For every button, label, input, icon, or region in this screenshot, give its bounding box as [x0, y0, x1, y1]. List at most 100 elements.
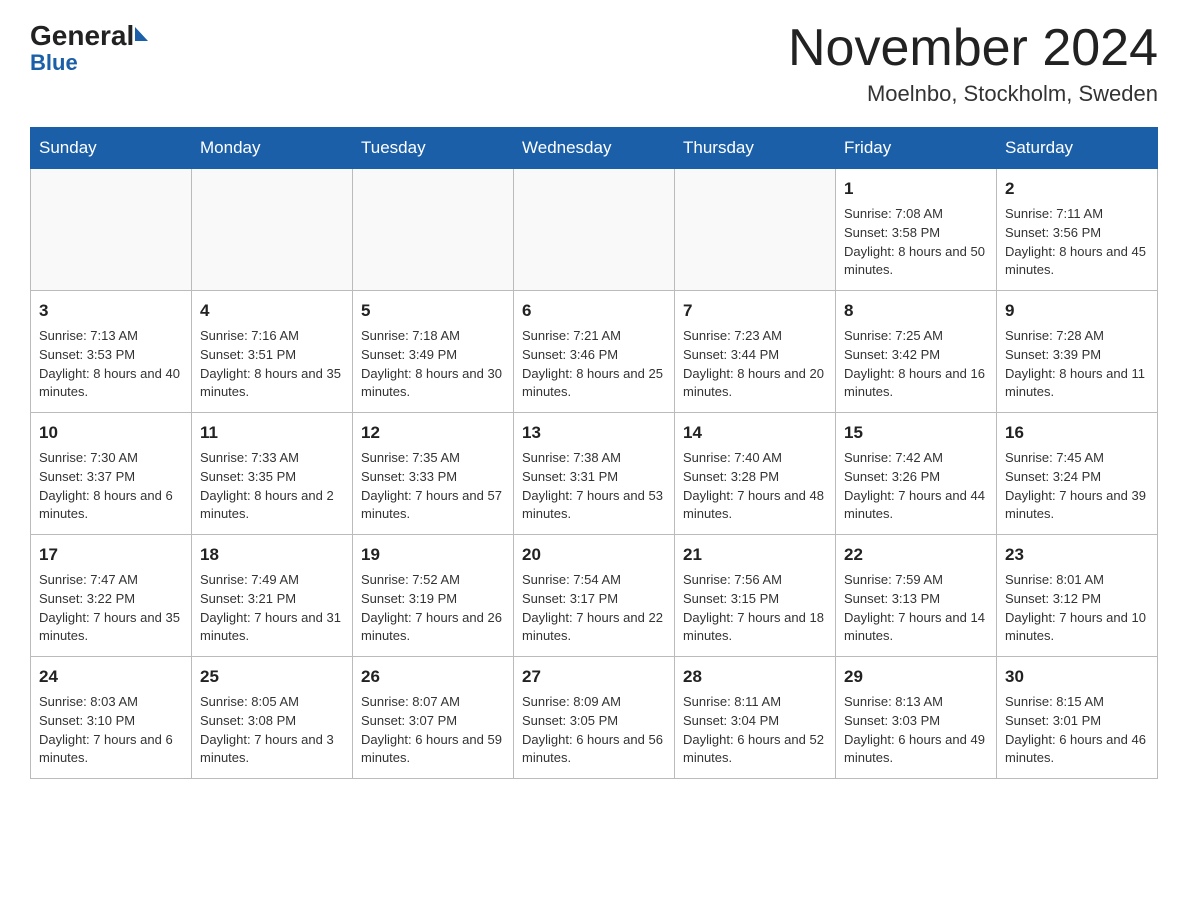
- day-sun-info: Sunrise: 7:59 AMSunset: 3:13 PMDaylight:…: [844, 571, 988, 646]
- calendar-day-cell: 27 Sunrise: 8:09 AMSunset: 3:05 PMDayligh…: [514, 657, 675, 779]
- calendar-day-cell: 23 Sunrise: 8:01 AMSunset: 3:12 PMDayligh…: [997, 535, 1158, 657]
- day-number: 1: [844, 177, 988, 202]
- calendar-day-header: Monday: [192, 128, 353, 169]
- calendar-day-cell: 19 Sunrise: 7:52 AMSunset: 3:19 PMDayligh…: [353, 535, 514, 657]
- day-sun-info: Sunrise: 7:23 AMSunset: 3:44 PMDaylight:…: [683, 327, 827, 402]
- calendar-day-cell: 14 Sunrise: 7:40 AMSunset: 3:28 PMDayligh…: [675, 413, 836, 535]
- calendar-day-cell: 17 Sunrise: 7:47 AMSunset: 3:22 PMDayligh…: [31, 535, 192, 657]
- day-sun-info: Sunrise: 7:47 AMSunset: 3:22 PMDaylight:…: [39, 571, 183, 646]
- day-number: 3: [39, 299, 183, 324]
- calendar-header-row: SundayMondayTuesdayWednesdayThursdayFrid…: [31, 128, 1158, 169]
- day-sun-info: Sunrise: 7:18 AMSunset: 3:49 PMDaylight:…: [361, 327, 505, 402]
- calendar-week-row: 3 Sunrise: 7:13 AMSunset: 3:53 PMDaylight…: [31, 291, 1158, 413]
- day-number: 18: [200, 543, 344, 568]
- day-number: 23: [1005, 543, 1149, 568]
- day-number: 29: [844, 665, 988, 690]
- calendar-day-cell: 30 Sunrise: 8:15 AMSunset: 3:01 PMDayligh…: [997, 657, 1158, 779]
- calendar-day-header: Thursday: [675, 128, 836, 169]
- day-number: 10: [39, 421, 183, 446]
- day-number: 20: [522, 543, 666, 568]
- calendar-day-header: Sunday: [31, 128, 192, 169]
- calendar-day-cell: 13Sunrise: 7:38 AMSunset: 3:31 PMDayligh…: [514, 413, 675, 535]
- calendar-day-cell: 3 Sunrise: 7:13 AMSunset: 3:53 PMDaylight…: [31, 291, 192, 413]
- day-sun-info: Sunrise: 7:33 AMSunset: 3:35 PMDaylight:…: [200, 449, 344, 524]
- day-sun-info: Sunrise: 8:15 AMSunset: 3:01 PMDaylight:…: [1005, 693, 1149, 768]
- day-sun-info: Sunrise: 8:13 AMSunset: 3:03 PMDaylight:…: [844, 693, 988, 768]
- location: Moelnbo, Stockholm, Sweden: [788, 81, 1158, 107]
- calendar-day-cell: [353, 169, 514, 291]
- calendar-day-cell: 6 Sunrise: 7:21 AMSunset: 3:46 PMDaylight…: [514, 291, 675, 413]
- day-sun-info: Sunrise: 8:09 AMSunset: 3:05 PMDaylight:…: [522, 693, 666, 768]
- day-sun-info: Sunrise: 7:52 AMSunset: 3:19 PMDaylight:…: [361, 571, 505, 646]
- calendar-day-cell: [675, 169, 836, 291]
- calendar-day-cell: 20Sunrise: 7:54 AMSunset: 3:17 PMDayligh…: [514, 535, 675, 657]
- day-number: 26: [361, 665, 505, 690]
- day-number: 27: [522, 665, 666, 690]
- calendar-day-cell: 21 Sunrise: 7:56 AMSunset: 3:15 PMDayligh…: [675, 535, 836, 657]
- logo-arrow-icon: [135, 27, 148, 41]
- calendar-day-cell: 1 Sunrise: 7:08 AMSunset: 3:58 PMDaylight…: [836, 169, 997, 291]
- day-number: 28: [683, 665, 827, 690]
- day-number: 14: [683, 421, 827, 446]
- day-sun-info: Sunrise: 7:35 AMSunset: 3:33 PMDaylight:…: [361, 449, 505, 524]
- calendar-day-cell: 7 Sunrise: 7:23 AMSunset: 3:44 PMDaylight…: [675, 291, 836, 413]
- calendar-day-cell: 15Sunrise: 7:42 AMSunset: 3:26 PMDayligh…: [836, 413, 997, 535]
- day-number: 7: [683, 299, 827, 324]
- day-sun-info: Sunrise: 7:40 AMSunset: 3:28 PMDaylight:…: [683, 449, 827, 524]
- day-sun-info: Sunrise: 7:45 AMSunset: 3:24 PMDaylight:…: [1005, 449, 1149, 524]
- day-sun-info: Sunrise: 7:25 AMSunset: 3:42 PMDaylight:…: [844, 327, 988, 402]
- day-sun-info: Sunrise: 7:28 AMSunset: 3:39 PMDaylight:…: [1005, 327, 1149, 402]
- day-number: 30: [1005, 665, 1149, 690]
- calendar-day-cell: [192, 169, 353, 291]
- day-sun-info: Sunrise: 8:07 AMSunset: 3:07 PMDaylight:…: [361, 693, 505, 768]
- day-number: 16: [1005, 421, 1149, 446]
- calendar-day-cell: 29 Sunrise: 8:13 AMSunset: 3:03 PMDayligh…: [836, 657, 997, 779]
- calendar-day-header: Saturday: [997, 128, 1158, 169]
- calendar-day-cell: 18Sunrise: 7:49 AMSunset: 3:21 PMDayligh…: [192, 535, 353, 657]
- calendar-day-header: Tuesday: [353, 128, 514, 169]
- calendar-day-cell: 28 Sunrise: 8:11 AMSunset: 3:04 PMDayligh…: [675, 657, 836, 779]
- calendar-day-cell: 12 Sunrise: 7:35 AMSunset: 3:33 PMDayligh…: [353, 413, 514, 535]
- day-number: 6: [522, 299, 666, 324]
- day-sun-info: Sunrise: 7:42 AMSunset: 3:26 PMDaylight:…: [844, 449, 988, 524]
- calendar-day-cell: 11 Sunrise: 7:33 AMSunset: 3:35 PMDayligh…: [192, 413, 353, 535]
- day-sun-info: Sunrise: 7:16 AMSunset: 3:51 PMDaylight:…: [200, 327, 344, 402]
- calendar-day-header: Wednesday: [514, 128, 675, 169]
- day-sun-info: Sunrise: 8:01 AMSunset: 3:12 PMDaylight:…: [1005, 571, 1149, 646]
- calendar-day-header: Friday: [836, 128, 997, 169]
- calendar-day-cell: 4 Sunrise: 7:16 AMSunset: 3:51 PMDaylight…: [192, 291, 353, 413]
- day-sun-info: Sunrise: 7:38 AMSunset: 3:31 PMDaylight:…: [522, 449, 666, 524]
- day-number: 2: [1005, 177, 1149, 202]
- title-block: November 2024 Moelnbo, Stockholm, Sweden: [788, 20, 1158, 107]
- calendar-day-cell: 24 Sunrise: 8:03 AMSunset: 3:10 PMDayligh…: [31, 657, 192, 779]
- logo: General Blue: [30, 20, 148, 76]
- day-number: 24: [39, 665, 183, 690]
- day-number: 9: [1005, 299, 1149, 324]
- day-sun-info: Sunrise: 7:56 AMSunset: 3:15 PMDaylight:…: [683, 571, 827, 646]
- day-number: 11: [200, 421, 344, 446]
- day-number: 5: [361, 299, 505, 324]
- calendar-day-cell: [514, 169, 675, 291]
- day-number: 19: [361, 543, 505, 568]
- logo-general-text: General: [30, 20, 134, 52]
- day-sun-info: Sunrise: 7:21 AMSunset: 3:46 PMDaylight:…: [522, 327, 666, 402]
- day-sun-info: Sunrise: 8:05 AMSunset: 3:08 PMDaylight:…: [200, 693, 344, 768]
- day-number: 8: [844, 299, 988, 324]
- calendar-week-row: 1 Sunrise: 7:08 AMSunset: 3:58 PMDaylight…: [31, 169, 1158, 291]
- day-sun-info: Sunrise: 7:13 AMSunset: 3:53 PMDaylight:…: [39, 327, 183, 402]
- day-sun-info: Sunrise: 8:11 AMSunset: 3:04 PMDaylight:…: [683, 693, 827, 768]
- day-sun-info: Sunrise: 8:03 AMSunset: 3:10 PMDaylight:…: [39, 693, 183, 768]
- calendar-day-cell: 26 Sunrise: 8:07 AMSunset: 3:07 PMDayligh…: [353, 657, 514, 779]
- calendar-week-row: 10Sunrise: 7:30 AMSunset: 3:37 PMDayligh…: [31, 413, 1158, 535]
- day-number: 12: [361, 421, 505, 446]
- month-title: November 2024: [788, 20, 1158, 77]
- calendar-day-cell: 25 Sunrise: 8:05 AMSunset: 3:08 PMDayligh…: [192, 657, 353, 779]
- day-number: 21: [683, 543, 827, 568]
- day-number: 25: [200, 665, 344, 690]
- day-sun-info: Sunrise: 7:08 AMSunset: 3:58 PMDaylight:…: [844, 205, 988, 280]
- day-sun-info: Sunrise: 7:11 AMSunset: 3:56 PMDaylight:…: [1005, 205, 1149, 280]
- calendar-day-cell: 5 Sunrise: 7:18 AMSunset: 3:49 PMDaylight…: [353, 291, 514, 413]
- day-number: 4: [200, 299, 344, 324]
- day-number: 17: [39, 543, 183, 568]
- calendar-week-row: 24 Sunrise: 8:03 AMSunset: 3:10 PMDayligh…: [31, 657, 1158, 779]
